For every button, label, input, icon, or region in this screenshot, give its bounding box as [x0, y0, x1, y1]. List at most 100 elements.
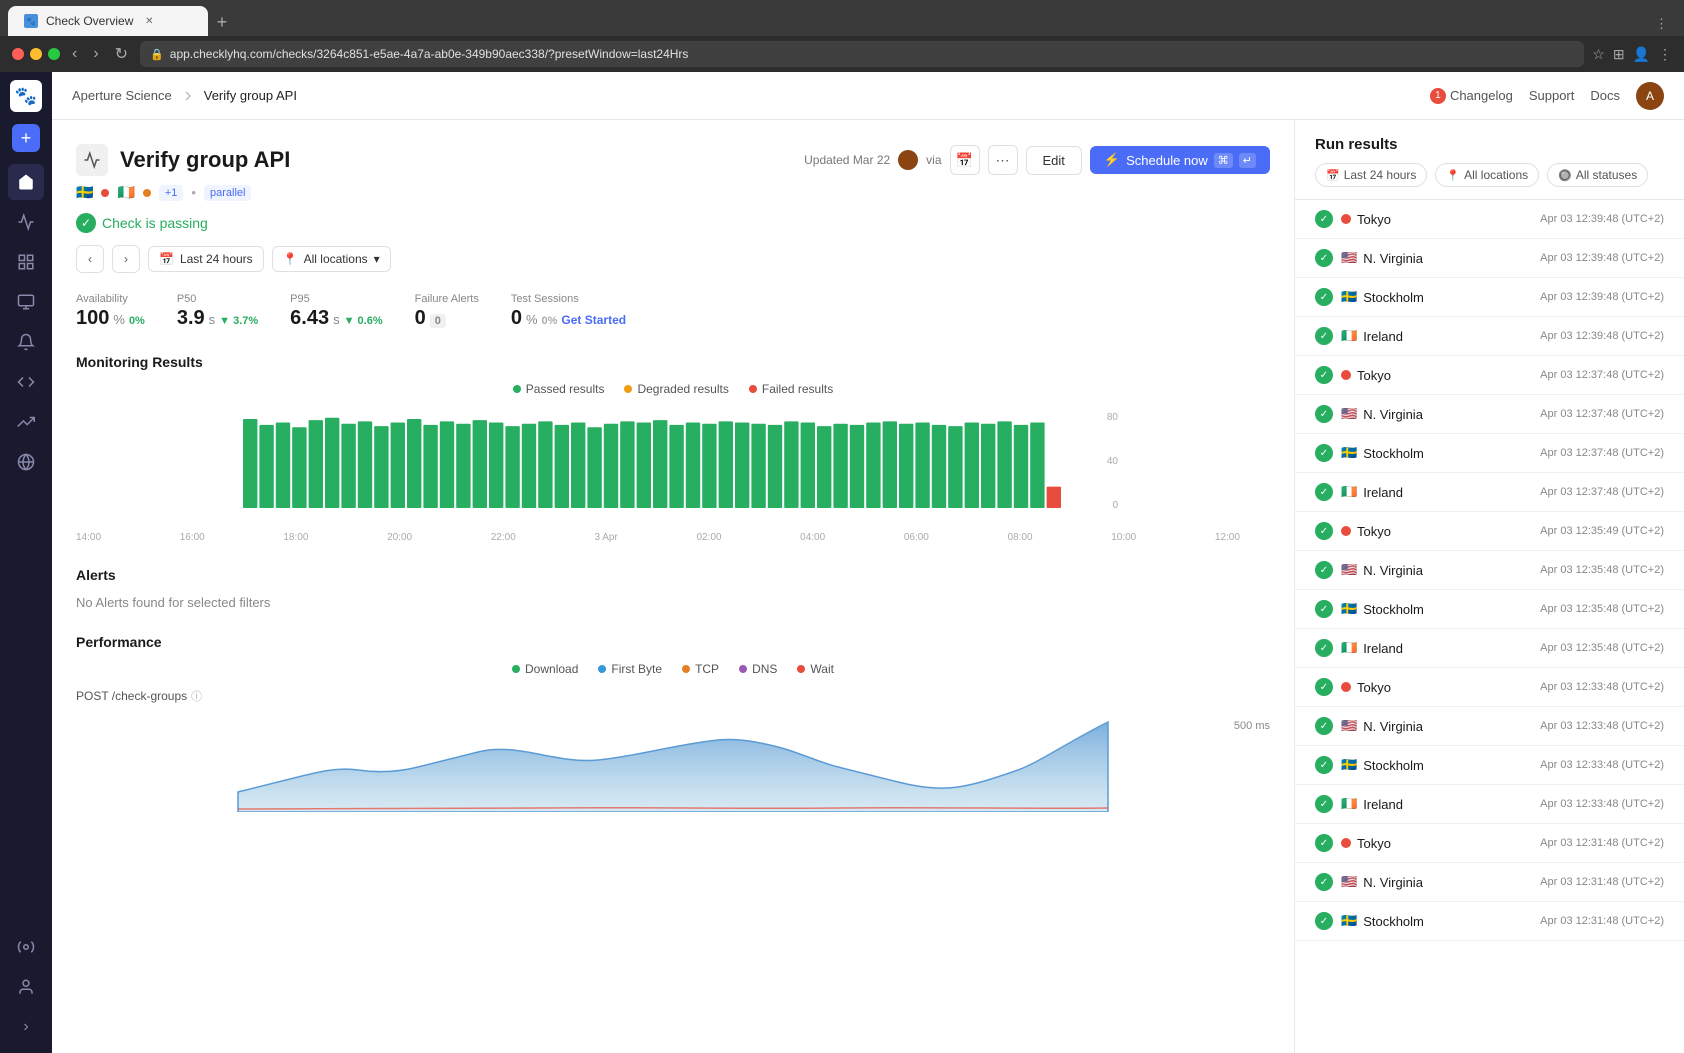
sidebar-item-bell[interactable]: [8, 324, 44, 360]
run-result-item[interactable]: ✓🇮🇪IrelandApr 03 12:33:48 (UTC+2): [1295, 785, 1684, 824]
extensions-icon[interactable]: ⊞: [1613, 46, 1625, 63]
updated-text: Updated Mar 22: [804, 153, 890, 167]
filter-statuses-button[interactable]: 🔘 All statuses: [1547, 163, 1648, 187]
result-location-text: Stockholm: [1363, 602, 1424, 617]
run-result-item[interactable]: ✓🇮🇪IrelandApr 03 12:37:48 (UTC+2): [1295, 473, 1684, 512]
first-byte-label: First Byte: [611, 662, 662, 676]
sidebar-item-globe[interactable]: [8, 444, 44, 480]
result-status-icon: ✓: [1315, 639, 1333, 657]
result-location-name: 🇺🇸N. Virginia: [1341, 406, 1532, 422]
sidebar-item-code[interactable]: [8, 364, 44, 400]
run-results-header: Run results 📅 Last 24 hours 📍 All locati…: [1295, 120, 1684, 200]
x-label-1: 16:00: [180, 532, 205, 543]
forward-button[interactable]: ›: [89, 43, 102, 65]
locations-selector[interactable]: 📍 All locations ▾: [272, 246, 391, 272]
result-location-name: 🇺🇸N. Virginia: [1341, 250, 1532, 266]
monitoring-section: Monitoring Results Passed results Degrad…: [76, 354, 1270, 543]
run-result-item[interactable]: ✓TokyoApr 03 12:33:48 (UTC+2): [1295, 668, 1684, 707]
run-result-item[interactable]: ✓TokyoApr 03 12:35:49 (UTC+2): [1295, 512, 1684, 551]
sidebar-item-settings[interactable]: [8, 929, 44, 965]
user-avatar[interactable]: A: [1636, 82, 1664, 110]
profile-icon[interactable]: 👤: [1633, 46, 1650, 63]
traffic-light-yellow[interactable]: [30, 48, 42, 60]
result-location-text: Stockholm: [1363, 446, 1424, 461]
sidebar-item-trending[interactable]: [8, 404, 44, 440]
next-period-button[interactable]: ›: [112, 245, 140, 273]
browser-tab-active[interactable]: 🐾 Check Overview ✕: [8, 6, 208, 36]
run-result-item[interactable]: ✓TokyoApr 03 12:31:48 (UTC+2): [1295, 824, 1684, 863]
run-result-item[interactable]: ✓🇺🇸N. VirginiaApr 03 12:33:48 (UTC+2): [1295, 707, 1684, 746]
result-timestamp: Apr 03 12:35:48 (UTC+2): [1540, 642, 1664, 654]
result-timestamp: Apr 03 12:39:48 (UTC+2): [1540, 291, 1664, 303]
traffic-light-green[interactable]: [48, 48, 60, 60]
info-icon[interactable]: ⓘ: [191, 688, 202, 704]
get-started-link[interactable]: Get Started: [561, 313, 626, 327]
url-bar[interactable]: 🔒 app.checklyhq.com/checks/3264c851-e5ae…: [140, 41, 1584, 67]
result-timestamp: Apr 03 12:33:48 (UTC+2): [1540, 720, 1664, 732]
passing-label: Check is passing: [102, 215, 208, 231]
run-result-item[interactable]: ✓🇸🇪StockholmApr 03 12:33:48 (UTC+2): [1295, 746, 1684, 785]
result-location-name: 🇸🇪Stockholm: [1341, 757, 1532, 773]
x-label-7: 04:00: [800, 532, 825, 543]
add-button[interactable]: +: [12, 124, 40, 152]
run-result-item[interactable]: ✓TokyoApr 03 12:37:48 (UTC+2): [1295, 356, 1684, 395]
result-location-name: 🇸🇪Stockholm: [1341, 913, 1532, 929]
run-result-item[interactable]: ✓🇸🇪StockholmApr 03 12:37:48 (UTC+2): [1295, 434, 1684, 473]
svg-text:0: 0: [1112, 500, 1118, 511]
more-options-button[interactable]: ⋯: [988, 145, 1018, 175]
p50-value: 3.9 s ▼ 3.7%: [177, 307, 258, 330]
edit-button[interactable]: Edit: [1026, 146, 1082, 175]
filter-locations-label: All locations: [1464, 168, 1528, 182]
status-filter-icon: 🔘: [1558, 169, 1572, 182]
result-status-icon: ✓: [1315, 522, 1333, 540]
run-result-item[interactable]: ✓🇺🇸N. VirginiaApr 03 12:35:48 (UTC+2): [1295, 551, 1684, 590]
reload-button[interactable]: ↻: [111, 42, 132, 66]
filter-period-button[interactable]: 📅 Last 24 hours: [1315, 163, 1427, 187]
more-icon[interactable]: ⋮: [1658, 46, 1672, 63]
tab-close-button[interactable]: ✕: [141, 13, 157, 29]
sidebar-item-activity[interactable]: [8, 204, 44, 240]
run-result-item[interactable]: ✓🇸🇪StockholmApr 03 12:39:48 (UTC+2): [1295, 278, 1684, 317]
result-location-name: 🇮🇪Ireland: [1341, 796, 1532, 812]
calendar-icon-button[interactable]: 📅: [950, 145, 980, 175]
support-link[interactable]: Support: [1529, 88, 1575, 103]
run-result-item[interactable]: ✓🇮🇪IrelandApr 03 12:39:48 (UTC+2): [1295, 317, 1684, 356]
schedule-kbd2: ↵: [1239, 153, 1256, 168]
result-status-icon: ✓: [1315, 912, 1333, 930]
run-result-item[interactable]: ✓🇺🇸N. VirginiaApr 03 12:37:48 (UTC+2): [1295, 395, 1684, 434]
result-location-text: N. Virginia: [1363, 251, 1423, 266]
sidebar-item-grid[interactable]: [8, 244, 44, 280]
new-tab-button[interactable]: +: [208, 8, 236, 36]
period-selector[interactable]: 📅 Last 24 hours: [148, 246, 264, 272]
sidebar-item-expand[interactable]: ›: [8, 1009, 44, 1045]
breadcrumb-org[interactable]: Aperture Science: [72, 88, 172, 103]
back-button[interactable]: ‹: [68, 43, 81, 65]
sidebar: 🐾 +: [0, 72, 52, 1053]
bookmark-icon[interactable]: ☆: [1592, 46, 1605, 63]
run-result-item[interactable]: ✓🇺🇸N. VirginiaApr 03 12:39:48 (UTC+2): [1295, 239, 1684, 278]
result-flag: 🇮🇪: [1341, 640, 1357, 656]
passing-status: ✓ Check is passing: [76, 213, 1270, 233]
run-result-item[interactable]: ✓🇸🇪StockholmApr 03 12:35:48 (UTC+2): [1295, 590, 1684, 629]
schedule-button[interactable]: ⚡ Schedule now ⌘ ↵: [1090, 146, 1270, 174]
docs-link[interactable]: Docs: [1590, 88, 1620, 103]
run-result-item[interactable]: ✓🇺🇸N. VirginiaApr 03 12:31:48 (UTC+2): [1295, 863, 1684, 902]
changelog-button[interactable]: 1 Changelog: [1430, 88, 1513, 104]
sidebar-item-home[interactable]: [8, 164, 44, 200]
passing-icon: ✓: [76, 213, 96, 233]
main-panel: Verify group API Updated Mar 22 via 📅 ⋯ …: [52, 120, 1294, 1053]
sidebar-item-monitor[interactable]: [8, 284, 44, 320]
run-result-item[interactable]: ✓🇸🇪StockholmApr 03 12:31:48 (UTC+2): [1295, 902, 1684, 941]
filter-locations-button[interactable]: 📍 All locations: [1435, 163, 1539, 187]
perf-legend-first-byte: First Byte: [598, 662, 662, 676]
run-result-item[interactable]: ✓TokyoApr 03 12:39:48 (UTC+2): [1295, 200, 1684, 239]
legend-degraded-dot: [624, 385, 632, 393]
prev-period-button[interactable]: ‹: [76, 245, 104, 273]
traffic-light-red[interactable]: [12, 48, 24, 60]
browser-menu-button[interactable]: ⋮: [1647, 12, 1676, 36]
sidebar-item-user[interactable]: [8, 969, 44, 1005]
result-location-text: Ireland: [1363, 797, 1403, 812]
result-location-text: Tokyo: [1357, 212, 1391, 227]
breadcrumb-current: Verify group API: [204, 88, 297, 103]
run-result-item[interactable]: ✓🇮🇪IrelandApr 03 12:35:48 (UTC+2): [1295, 629, 1684, 668]
